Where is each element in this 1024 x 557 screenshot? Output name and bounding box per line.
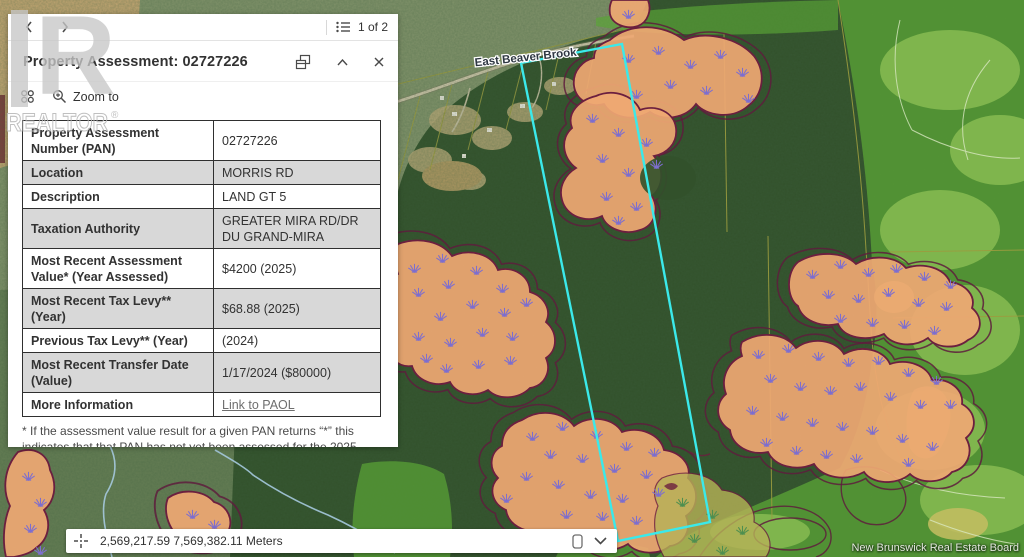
dock-icon (295, 54, 311, 70)
property-assessment-popup: 1 of 2 Property Assessment: 02727226 (8, 14, 398, 447)
zoom-to-label: Zoom to (73, 90, 119, 104)
row-label: Most Recent Transfer Date (Value) (23, 353, 214, 393)
table-row: Most Recent Assessment Value* (Year Asse… (23, 249, 381, 289)
table-row: Taxation Authority GREATER MIRA RD/DR DU… (23, 209, 381, 249)
row-label: Property Assessment Number (PAN) (23, 121, 214, 161)
previous-feature-button[interactable] (18, 16, 40, 38)
table-row: Property Assessment Number (PAN) 0272722… (23, 121, 381, 161)
zoom-to-icon (52, 89, 67, 104)
assessment-footnote: * If the assessment value result for a g… (22, 423, 384, 447)
popup-title-row: Property Assessment: 02727226 (8, 41, 398, 82)
map-attribution: New Brunswick Real Estate Board (851, 542, 1019, 554)
row-label: Taxation Authority (23, 209, 214, 249)
crosshair-icon (74, 534, 88, 548)
row-value: (2024) (214, 329, 381, 353)
divider (326, 20, 327, 35)
popup-title: Property Assessment: 02727226 (23, 54, 295, 70)
row-label: Previous Tax Levy** (Year) (23, 329, 214, 353)
feature-list-button[interactable] (336, 21, 351, 33)
actions-grid-icon (20, 89, 35, 104)
row-value: LAND GT 5 (214, 185, 381, 209)
row-label: Location (23, 161, 214, 185)
table-row: Most Recent Tax Levy** (Year) $68.88 (20… (23, 289, 381, 329)
row-value: 1/17/2024 ($80000) (214, 353, 381, 393)
tracking-toggle-button[interactable] (572, 534, 583, 549)
row-value: MORRIS RD (214, 161, 381, 185)
row-label: More Information (23, 393, 214, 417)
paol-link[interactable]: Link to PAOL (222, 398, 295, 412)
table-row: Previous Tax Levy** (Year) (2024) (23, 329, 381, 353)
table-row: Most Recent Transfer Date (Value) 1/17/2… (23, 353, 381, 393)
coordinate-options-button[interactable] (594, 537, 607, 545)
table-row: Location MORRIS RD (23, 161, 381, 185)
collapse-popup-button[interactable] (337, 59, 348, 66)
pagination-label: 1 of 2 (358, 20, 388, 34)
coordinate-bar: 2,569,217.59 7,569,382.11 Meters (66, 529, 617, 553)
list-icon (336, 21, 351, 33)
table-row: Description LAND GT 5 (23, 185, 381, 209)
row-value: $68.88 (2025) (214, 289, 381, 329)
row-value: $4200 (2025) (214, 249, 381, 289)
popup-topbar: 1 of 2 (8, 14, 398, 41)
coordinates-display: 2,569,217.59 7,569,382.11 Meters (100, 534, 572, 548)
chevron-left-icon (25, 21, 33, 33)
next-feature-button[interactable] (54, 16, 76, 38)
chevron-up-icon (337, 59, 348, 66)
chevron-right-icon (61, 21, 69, 33)
device-icon (572, 534, 583, 549)
attribute-table: Property Assessment Number (PAN) 0272722… (22, 120, 381, 417)
row-label: Most Recent Assessment Value* (Year Asse… (23, 249, 214, 289)
chevron-down-icon (594, 537, 607, 545)
row-label: Description (23, 185, 214, 209)
close-icon (374, 57, 384, 67)
popup-actions-row: Zoom to (8, 82, 398, 111)
app-window: East Beaver Brook 1 of 2 Property Assess… (0, 0, 1024, 557)
dock-popup-button[interactable] (295, 54, 311, 70)
zoom-to-button[interactable]: Zoom to (52, 89, 119, 104)
row-label: Most Recent Tax Levy** (Year) (23, 289, 214, 329)
feature-menu-button[interactable] (20, 89, 35, 104)
close-popup-button[interactable] (374, 57, 384, 67)
row-value: GREATER MIRA RD/DR DU GRAND-MIRA (214, 209, 381, 249)
table-row: More Information Link to PAOL (23, 393, 381, 417)
row-value: 02727226 (214, 121, 381, 161)
